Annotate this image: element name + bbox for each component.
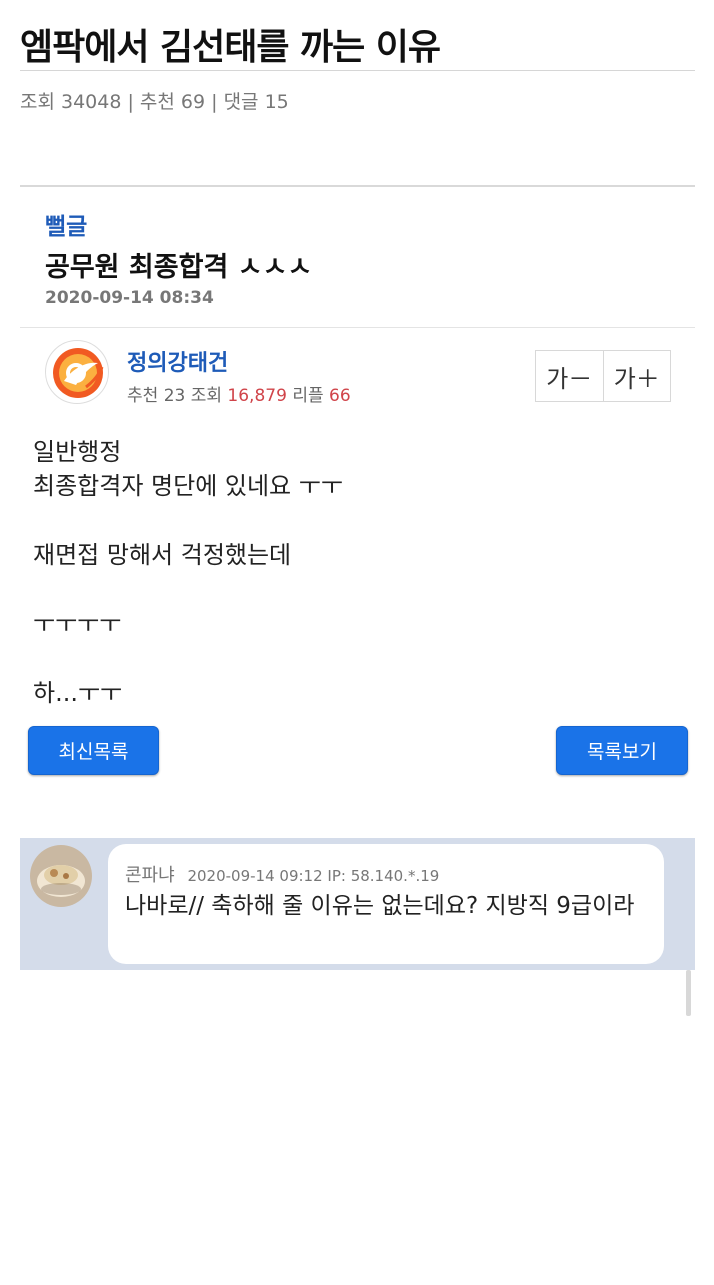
body-line: ㅜㅜㅜㅜ <box>33 610 122 638</box>
author-stats: 추천 23 조회 16,879 리플 66 <box>127 381 351 406</box>
post-body: 일반행정 최종합격자 명단에 있네요 ㅜㅜ 재면접 망해서 걱정했는데 ㅜㅜㅜㅜ… <box>33 435 343 710</box>
comment-item: 콘파냐 2020-09-14 09:12 IP: 58.140.*.19 나바로… <box>20 838 695 970</box>
comment-bubble: 콘파냐 2020-09-14 09:12 IP: 58.140.*.19 나바로… <box>108 844 664 964</box>
scrollbar[interactable] <box>686 970 691 1016</box>
font-larger-button[interactable]: 가＋ <box>602 351 671 401</box>
post-meta-counts: 조회 34048 | 추천 69 | 댓글 15 <box>20 91 289 113</box>
comment-date-ip: 2020-09-14 09:12 IP: 58.140.*.19 <box>187 867 440 885</box>
bowl-photo-icon[interactable] <box>30 845 92 907</box>
title-divider <box>20 70 695 71</box>
body-line: 재면접 망해서 걱정했는데 <box>33 541 292 569</box>
recent-list-button[interactable]: 최신목록 <box>28 726 159 775</box>
comment-nickname[interactable]: 콘파냐 <box>125 865 175 886</box>
embedded-post-screenshot: 뻘글 공무원 최종합격 ㅅㅅㅅ 2020-09-14 08:34 정의강태건 추… <box>20 185 695 785</box>
screenshot-top-divider <box>20 185 695 187</box>
body-line: 일반행정 <box>33 438 122 466</box>
comment-text: 나바로// 축하해 줄 이유는 없는데요? 지방직 9급이라 <box>125 893 635 919</box>
body-line: 최종합격자 명단에 있네요 ㅜㅜ <box>33 472 343 500</box>
post-title: 공무원 최종합격 ㅅㅅㅅ <box>45 252 313 283</box>
reply-count: 66 <box>329 386 351 406</box>
body-line: 하...ㅜㅜ <box>33 679 123 707</box>
views-label: 조회 <box>190 386 223 406</box>
views-count: 16,879 <box>227 386 287 406</box>
font-size-controls: 가－ 가＋ <box>535 350 671 402</box>
flame-logo-icon[interactable] <box>45 340 109 404</box>
reply-label: 리플 <box>292 386 324 406</box>
post-date: 2020-09-14 08:34 <box>45 288 214 308</box>
author-name[interactable]: 정의강태건 <box>127 345 228 377</box>
font-smaller-button[interactable]: 가－ <box>536 351 603 401</box>
comment-meta: 콘파냐 2020-09-14 09:12 IP: 58.140.*.19 <box>125 861 439 887</box>
page-title: 엠팍에서 김선태를 까는 이유 <box>20 27 441 68</box>
header-divider <box>20 327 695 328</box>
rec-label: 추천 <box>127 386 159 406</box>
view-list-button[interactable]: 목록보기 <box>556 726 688 775</box>
board-name[interactable]: 뻘글 <box>45 207 87 241</box>
rec-count: 23 <box>163 386 186 406</box>
